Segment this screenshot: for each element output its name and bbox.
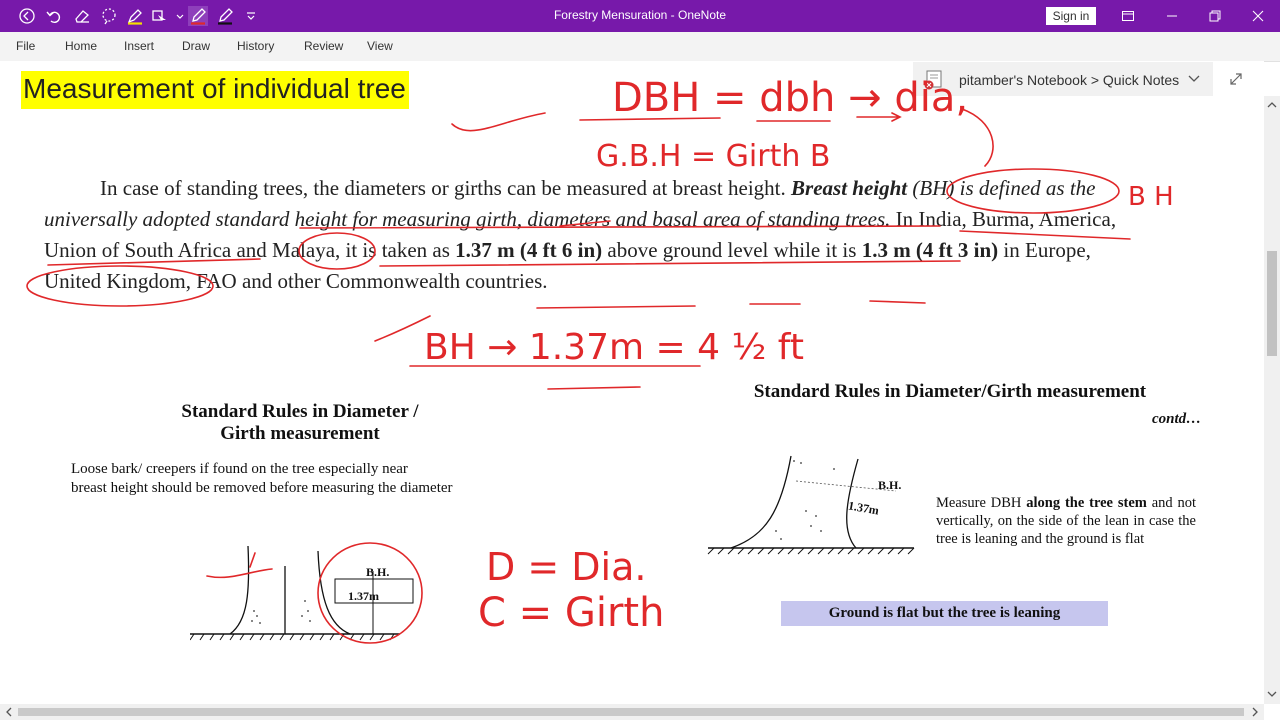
chevron-down-icon[interactable] — [1188, 74, 1200, 84]
slide-left-title: Standard Rules in Diameter / Girth measu… — [181, 401, 419, 444]
menu-home[interactable]: Home — [65, 39, 97, 53]
menu-bar: File Home Insert Draw History Review Vie… — [0, 32, 1280, 62]
page-title[interactable]: Measurement of individual tree — [21, 71, 409, 109]
menu-history[interactable]: History — [237, 39, 274, 53]
fullscreen-icon[interactable] — [1113, 4, 1143, 28]
horizontal-scrollbar[interactable] — [0, 704, 1264, 720]
bh-label-right: B.H. — [878, 478, 902, 492]
slide-right-text: Measure DBH along the tree stem and not … — [936, 495, 1197, 547]
scroll-left-icon[interactable] — [4, 707, 14, 717]
minimize-icon[interactable] — [1157, 4, 1187, 28]
scroll-right-icon[interactable] — [1250, 707, 1260, 717]
contd-label: contd… — [1152, 411, 1202, 427]
page-canvas[interactable]: Measurement of individual tree pitamber'… — [0, 61, 1264, 703]
menu-view[interactable]: View — [367, 39, 393, 53]
tree-diagram-loose-bark — [190, 545, 414, 641]
notebook-path: pitamber's Notebook > Quick Notes — [959, 72, 1180, 88]
slide-left-text: Loose bark/ creepers if found on the tre… — [71, 461, 453, 496]
expand-icon[interactable] — [1228, 71, 1244, 87]
vertical-scroll-thumb[interactable] — [1267, 251, 1277, 356]
title-bar: Forestry Mensuration - OneNote Sign in — [0, 0, 1280, 32]
notebook-icon — [924, 70, 942, 90]
notebook-navigation[interactable]: pitamber's Notebook > Quick Notes — [913, 62, 1213, 96]
horizontal-scroll-thumb[interactable] — [18, 708, 1244, 716]
scroll-down-icon[interactable] — [1267, 689, 1277, 699]
breast-height-paragraph[interactable]: In case of standing trees, the diameters… — [44, 173, 1124, 297]
scroll-up-icon[interactable] — [1267, 100, 1277, 110]
menu-insert[interactable]: Insert — [124, 39, 154, 53]
close-icon[interactable] — [1243, 4, 1273, 28]
leaning-tree-diagram — [707, 455, 915, 555]
menu-draw[interactable]: Draw — [182, 39, 210, 53]
menu-file[interactable]: File — [16, 39, 35, 53]
bh-label: B.H. — [366, 565, 390, 579]
sign-in-button[interactable]: Sign in — [1046, 7, 1096, 25]
svg-text:D = Dia.: D = Dia. — [486, 545, 646, 589]
restore-icon[interactable] — [1200, 4, 1230, 28]
svg-text:G.B.H = Girth B: G.B.H = Girth B — [596, 139, 830, 174]
ground-caption: Ground is flat but the tree is leaning — [781, 601, 1108, 626]
svg-text:BH → 1.37m = 4 ½ ft: BH → 1.37m = 4 ½ ft — [424, 327, 804, 368]
vertical-scrollbar[interactable] — [1264, 96, 1280, 704]
svg-text:B H: B H — [1128, 182, 1174, 212]
menu-review[interactable]: Review — [304, 39, 343, 53]
height-label: 1.37m — [348, 589, 379, 603]
svg-text:C = Girth: C = Girth — [478, 590, 664, 636]
slide-right-title: Standard Rules in Diameter/Girth measure… — [753, 381, 1147, 402]
